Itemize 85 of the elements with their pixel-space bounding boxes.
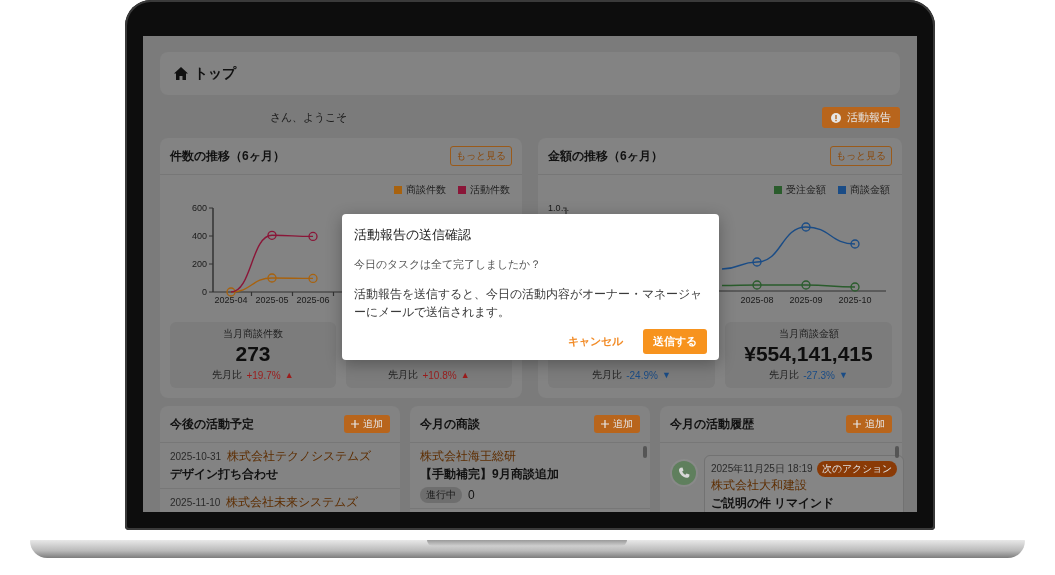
activity-report-button[interactable]: 活動報告 bbox=[822, 107, 900, 128]
add-button[interactable]: 追加 bbox=[594, 415, 640, 433]
data-point bbox=[267, 273, 277, 283]
change-value: +10.8% bbox=[422, 369, 457, 381]
deal-amount: 0 bbox=[468, 488, 475, 502]
alert-icon bbox=[831, 112, 841, 123]
axis-label: 2025-05 bbox=[255, 295, 289, 305]
item-date: 2025-10-31 bbox=[170, 451, 222, 462]
history-card[interactable]: 2025年11月25日 18:19 次のアクション 株式会社大和建設 ご説明の件 リマインド bbox=[704, 455, 904, 512]
axis-label: 400 bbox=[191, 231, 207, 241]
deal-item[interactable]: 株式会社海王総研 【手動補完】9月商談追加 進行中 0 bbox=[410, 443, 650, 509]
data-point bbox=[850, 239, 860, 249]
card-title: 金額の推移（6ヶ月） bbox=[548, 147, 663, 165]
company-name: 株式会社大和建設 bbox=[711, 477, 808, 494]
card-title: 今月の商談 bbox=[420, 415, 480, 433]
item-title: デザイン打ち合わせ bbox=[170, 466, 279, 483]
compare-label: 先月比 bbox=[769, 368, 800, 382]
axis-label: 2025-04 bbox=[214, 295, 248, 305]
next-action-badge: 次のアクション bbox=[816, 461, 897, 477]
change-value: +19.7% bbox=[246, 369, 281, 381]
schedule-item[interactable]: 2025-10-31 株式会社テクノシステムズ デザイン打ち合わせ bbox=[160, 443, 400, 489]
axis-label: 2025-08 bbox=[740, 295, 774, 305]
legend-label: 商談金額 bbox=[850, 183, 890, 197]
change-value: -27.3% bbox=[803, 369, 835, 381]
add-button[interactable]: 追加 bbox=[344, 415, 390, 433]
plus-icon bbox=[853, 420, 861, 428]
more-button[interactable]: もっと見る bbox=[450, 146, 512, 166]
company-name: 株式会社テクノシステムズ bbox=[227, 448, 372, 465]
phone-icon bbox=[678, 467, 690, 479]
data-point bbox=[226, 287, 236, 297]
schedule-item[interactable]: 2025-11-10 株式会社未来システムズ bbox=[160, 489, 400, 512]
data-point bbox=[308, 231, 318, 242]
plus-icon bbox=[601, 420, 609, 428]
data-point bbox=[850, 282, 860, 292]
data-point bbox=[752, 257, 762, 267]
trend-arrow: ▲ bbox=[284, 370, 294, 380]
dialog-message: 活動報告を送信すると、今日の活動内容がオーナー・マネージャーにメールで送信されます。 bbox=[354, 285, 703, 321]
compare-label: 先月比 bbox=[388, 368, 419, 382]
axis-label: 2025-06 bbox=[296, 295, 330, 305]
compare-label: 先月比 bbox=[592, 368, 623, 382]
kpi-label: 当月商談金額 bbox=[778, 327, 839, 341]
legend-label: 活動件数 bbox=[470, 183, 510, 197]
card-title: 件数の推移（6ヶ月） bbox=[170, 147, 285, 165]
status-badge: 進行中 bbox=[420, 487, 462, 503]
legend-label: 受注金額 bbox=[786, 183, 826, 197]
item-datetime: 2025年11月25日 18:19 bbox=[711, 462, 813, 476]
item-title: 【手動補完】9月商談追加 bbox=[420, 466, 560, 483]
add-button[interactable]: 追加 bbox=[846, 415, 892, 433]
data-point bbox=[308, 273, 318, 284]
axis-label: 600 bbox=[191, 203, 207, 213]
data-point bbox=[267, 230, 277, 240]
change-value: -24.9% bbox=[626, 369, 658, 381]
more-button[interactable]: もっと見る bbox=[830, 146, 892, 166]
item-date: 2025-11-10 bbox=[170, 497, 221, 508]
home-icon bbox=[174, 67, 188, 80]
trend-arrow: ▲ bbox=[460, 370, 470, 380]
kpi-value: ¥554,141,415 bbox=[744, 342, 873, 366]
axis-label: 1.0… bbox=[548, 203, 570, 213]
send-button[interactable]: 送信する bbox=[643, 328, 707, 354]
plus-icon bbox=[351, 420, 359, 428]
scrollbar bbox=[895, 446, 899, 458]
legend-label: 商談件数 bbox=[406, 183, 446, 197]
axis-label: 200 bbox=[191, 259, 207, 269]
page-title: トップ bbox=[194, 64, 236, 83]
trend-arrow: ▼ bbox=[838, 370, 848, 380]
welcome-text: さん、ようこそ bbox=[270, 110, 347, 125]
company-name: 株式会社海王総研 bbox=[420, 448, 517, 465]
axis-label: 0 bbox=[202, 287, 207, 297]
trend-arrow: ▼ bbox=[661, 370, 671, 380]
data-point bbox=[752, 280, 762, 290]
compare-label: 先月比 bbox=[212, 368, 243, 382]
card-title: 今後の活動予定 bbox=[170, 415, 254, 433]
cancel-button[interactable]: キャンセル bbox=[558, 328, 633, 354]
axis-label: 2025-10 bbox=[838, 295, 872, 305]
kpi-value: 273 bbox=[235, 342, 271, 366]
dialog-title: 活動報告の送信確認 bbox=[354, 226, 472, 244]
axis-label: 2025-09 bbox=[789, 295, 823, 305]
item-title: ご説明の件 リマインド bbox=[711, 495, 836, 512]
dialog-question: 今日のタスクは全て完了しましたか？ bbox=[354, 257, 542, 272]
scrollbar bbox=[643, 446, 647, 458]
data-point bbox=[801, 222, 811, 232]
card-title: 今月の活動履歴 bbox=[670, 415, 754, 433]
company-name: 株式会社未来システムズ bbox=[226, 494, 359, 511]
data-point bbox=[801, 280, 811, 290]
kpi-label: 当月商談件数 bbox=[223, 327, 283, 341]
